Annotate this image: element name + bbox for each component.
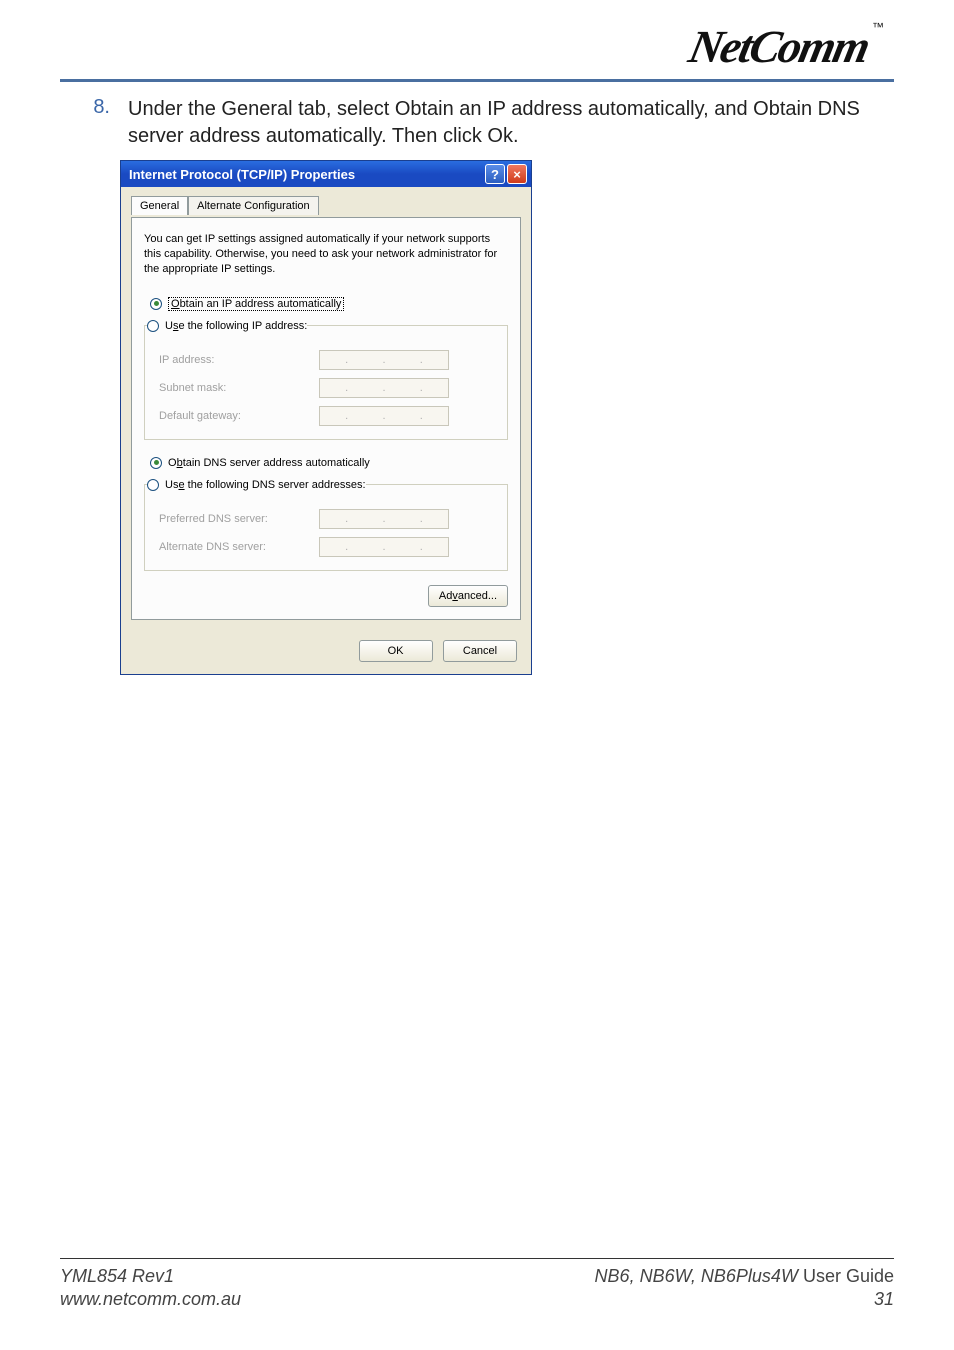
subnet-mask-input: ... xyxy=(319,378,449,398)
page-footer: YML854 Rev1 www.netcomm.com.au NB6, NB6W… xyxy=(60,1258,894,1310)
footer-divider xyxy=(60,1258,894,1259)
radio-use-dns[interactable]: Use the following DNS server addresses: xyxy=(147,476,366,494)
default-gateway-label: Default gateway: xyxy=(159,410,319,422)
default-gateway-input: ... xyxy=(319,406,449,426)
dns-group: Use the following DNS server addresses: … xyxy=(144,476,508,571)
radio-obtain-ip-label: Obtain an IP address automatically xyxy=(168,297,344,311)
header-divider xyxy=(60,79,894,82)
footer-left: YML854 Rev1 www.netcomm.com.au xyxy=(60,1265,241,1310)
field-preferred-dns: Preferred DNS server: ... xyxy=(159,508,497,530)
ip-address-label: IP address: xyxy=(159,354,319,366)
alternate-dns-label: Alternate DNS server: xyxy=(159,541,319,553)
preferred-dns-label: Preferred DNS server: xyxy=(159,513,319,525)
tab-strip: GeneralAlternate Configuration xyxy=(131,195,521,217)
ip-address-input: ... xyxy=(319,350,449,370)
footer-guide-title: NB6, NB6W, NB6Plus4W User Guide xyxy=(595,1265,894,1288)
step-number: 8. xyxy=(90,96,110,150)
radio-obtain-dns-label: Obtain DNS server address automatically xyxy=(168,457,370,469)
ok-button[interactable]: OK xyxy=(359,640,433,662)
brand-logo: NetComm™ xyxy=(60,20,894,73)
radio-obtain-dns[interactable]: Obtain DNS server address automatically xyxy=(150,454,508,472)
field-subnet-mask: Subnet mask: ... xyxy=(159,377,497,399)
instruction-step: 8. Under the General tab, select Obtain … xyxy=(60,96,894,150)
preferred-dns-input: ... xyxy=(319,509,449,529)
radio-use-ip[interactable]: Use the following IP address: xyxy=(147,317,307,335)
field-ip-address: IP address: ... xyxy=(159,349,497,371)
close-icon[interactable]: × xyxy=(507,164,527,184)
dialog-title: Internet Protocol (TCP/IP) Properties xyxy=(129,167,355,182)
field-default-gateway: Default gateway: ... xyxy=(159,405,497,427)
brand-name: NetComm xyxy=(685,20,874,73)
field-alternate-dns: Alternate DNS server: ... xyxy=(159,536,497,558)
radio-use-ip-label: Use the following IP address: xyxy=(165,320,307,332)
radio-icon xyxy=(147,320,159,332)
tab-general[interactable]: General xyxy=(131,196,188,215)
titlebar: Internet Protocol (TCP/IP) Properties ? … xyxy=(121,161,531,187)
radio-use-dns-label: Use the following DNS server addresses: xyxy=(165,479,366,491)
cancel-button[interactable]: Cancel xyxy=(443,640,517,662)
ip-address-group: Use the following IP address: IP address… xyxy=(144,317,508,440)
radio-icon xyxy=(150,457,162,469)
alternate-dns-input: ... xyxy=(319,537,449,557)
radio-icon xyxy=(147,479,159,491)
subnet-mask-label: Subnet mask: xyxy=(159,382,319,394)
tab-panel-general: You can get IP settings assigned automat… xyxy=(131,217,521,620)
footer-revision: YML854 Rev1 xyxy=(60,1265,241,1288)
advanced-button[interactable]: Advanced... xyxy=(428,585,508,607)
radio-obtain-ip[interactable]: Obtain an IP address automatically xyxy=(150,295,508,313)
step-text: Under the General tab, select Obtain an … xyxy=(128,96,894,150)
dialog-footer: OK Cancel xyxy=(121,630,531,674)
radio-icon xyxy=(150,298,162,310)
tm-mark: ™ xyxy=(872,20,884,34)
footer-right: NB6, NB6W, NB6Plus4W User Guide 31 xyxy=(595,1265,894,1310)
tab-alternate-configuration[interactable]: Alternate Configuration xyxy=(188,196,319,215)
intro-text: You can get IP settings assigned automat… xyxy=(144,232,508,277)
tcpip-properties-dialog: Internet Protocol (TCP/IP) Properties ? … xyxy=(120,160,532,675)
help-icon[interactable]: ? xyxy=(485,164,505,184)
footer-url: www.netcomm.com.au xyxy=(60,1288,241,1311)
footer-page-number: 31 xyxy=(595,1288,894,1311)
